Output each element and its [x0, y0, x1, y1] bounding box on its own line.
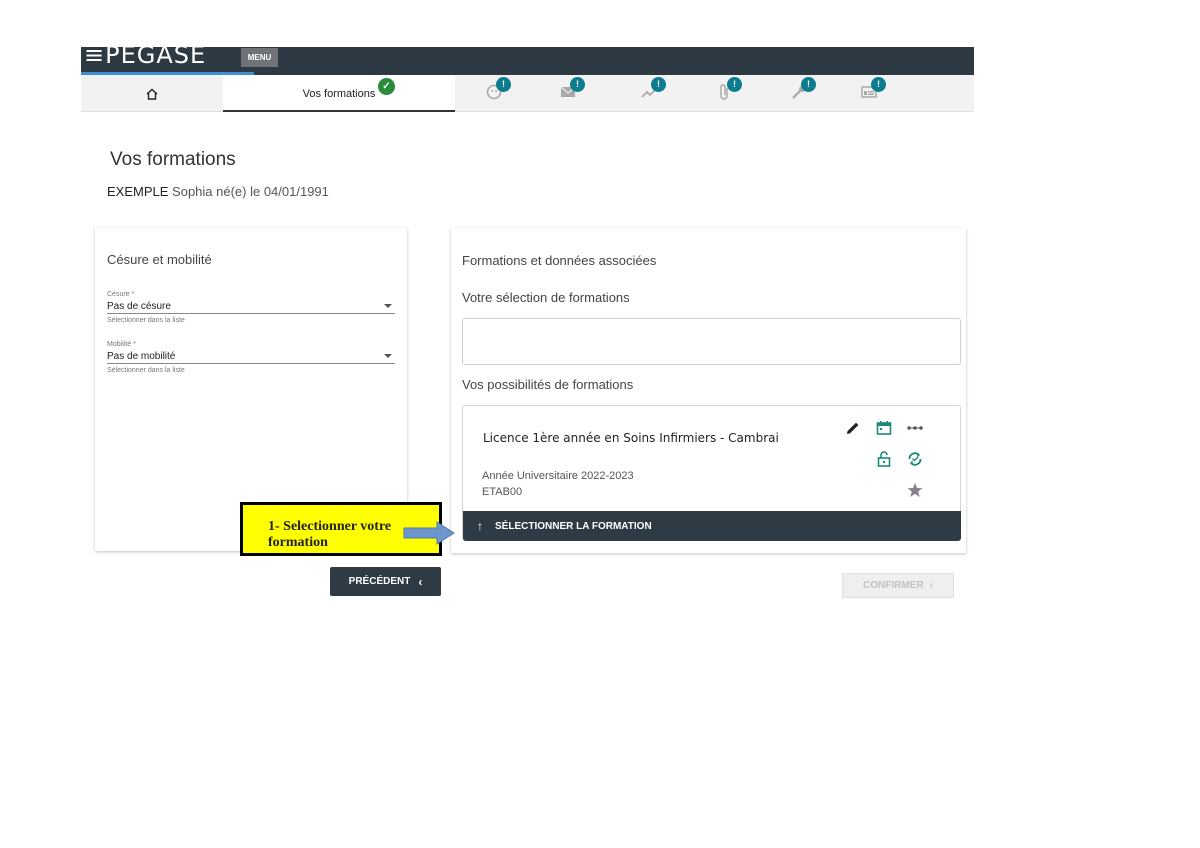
student-details: Sophia né(e) le 04/01/1991 [172, 184, 329, 199]
home-icon [146, 88, 158, 100]
mobilite-hint: Sélectionner dans la liste [107, 367, 185, 374]
cesure-select[interactable]: Césure * Pas de césure Sélectionner dans… [107, 291, 395, 324]
chevron-right-icon: › [929, 580, 933, 591]
formation-year: Année Universitaire 2022-2023 [482, 470, 634, 482]
selection-dropzone[interactable] [462, 318, 961, 365]
edit-pencil-icon[interactable] [844, 419, 862, 437]
previous-button[interactable]: PRÉCÉDENT ‹ [330, 567, 441, 596]
previous-button-label: PRÉCÉDENT [348, 576, 411, 587]
cesure-mobilite-title: Césure et mobilité [107, 252, 212, 267]
tab-id-card[interactable]: ! [851, 75, 891, 112]
dropdown-caret-icon[interactable] [384, 354, 392, 358]
mobilite-label: Mobilité * [107, 341, 136, 348]
selection-title: Votre sélection de formations [462, 290, 630, 305]
cesure-value: Pas de césure [107, 301, 171, 312]
more-options-icon[interactable] [906, 419, 924, 437]
app-logo: ≡PEGASE [84, 41, 207, 66]
warning-badge-icon: ! [727, 77, 742, 92]
select-formation-label: SÉLECTIONNER LA FORMATION [495, 520, 652, 532]
tab-mail[interactable]: ! [550, 75, 590, 112]
callout-line-1: 1- Selectionner votre [268, 519, 392, 534]
confirm-button[interactable]: CONFIRMER › [842, 573, 954, 598]
select-formation-button[interactable]: ↑ SÉLECTIONNER LA FORMATION [463, 511, 961, 541]
mobilite-value: Pas de mobilité [107, 351, 176, 362]
callout-line-2: formation [268, 535, 328, 550]
formations-card-title: Formations et données associées [462, 253, 657, 268]
warning-badge-icon: ! [496, 77, 511, 92]
tab-attachment[interactable]: ! [707, 75, 747, 112]
tab-vos-formations[interactable]: Vos formations ✓ [223, 75, 455, 112]
warning-badge-icon: ! [871, 77, 886, 92]
formation-item: Licence 1ère année en Soins Infirmiers -… [462, 405, 961, 541]
student-identity: EXEMPLE Sophia né(e) le 04/01/1991 [107, 184, 329, 199]
menu-button[interactable]: MENU [241, 48, 278, 67]
tab-face[interactable]: ! [476, 75, 516, 112]
mobilite-value-row[interactable]: Pas de mobilité [107, 348, 395, 364]
confirm-button-label: CONFIRMER [863, 580, 924, 591]
sync-icon[interactable] [906, 450, 924, 468]
formation-name: Licence 1ère année en Soins Infirmiers -… [483, 431, 779, 445]
mobilite-select[interactable]: Mobilité * Pas de mobilité Sélectionner … [107, 341, 395, 374]
page-title: Vos formations [110, 149, 236, 170]
dropdown-caret-icon[interactable] [384, 304, 392, 308]
arrow-up-icon: ↑ [477, 519, 483, 533]
cesure-label: Césure * [107, 291, 135, 298]
chevron-left-icon: ‹ [418, 574, 423, 589]
star-icon[interactable] [906, 481, 924, 499]
calendar-icon[interactable] [875, 419, 893, 437]
warning-badge-icon: ! [801, 77, 816, 92]
step-tabbar: Vos formations ✓ ! ! ! ! ! ! [81, 75, 974, 112]
tab-vos-formations-label: Vos formations [302, 88, 376, 100]
formations-card: Formations et données associées Votre sé… [451, 228, 966, 553]
warning-badge-icon: ! [651, 77, 666, 92]
tab-home[interactable] [81, 75, 223, 112]
callout-text: 1- Selectionner votre formation [268, 519, 391, 551]
tab-wrench[interactable]: ! [781, 75, 821, 112]
cesure-value-row[interactable]: Pas de césure [107, 298, 395, 314]
student-lastname: EXEMPLE [107, 184, 169, 199]
app-header: MENU [81, 47, 974, 75]
warning-badge-icon: ! [570, 77, 585, 92]
lock-open-icon[interactable] [875, 450, 893, 468]
check-badge-icon: ✓ [378, 78, 395, 95]
cesure-hint: Sélectionner dans la liste [107, 317, 185, 324]
possibilities-title: Vos possibilités de formations [462, 377, 634, 392]
formation-etab: ETAB00 [482, 486, 523, 498]
callout-arrow-icon [403, 521, 455, 545]
tab-trend[interactable]: ! [631, 75, 671, 112]
